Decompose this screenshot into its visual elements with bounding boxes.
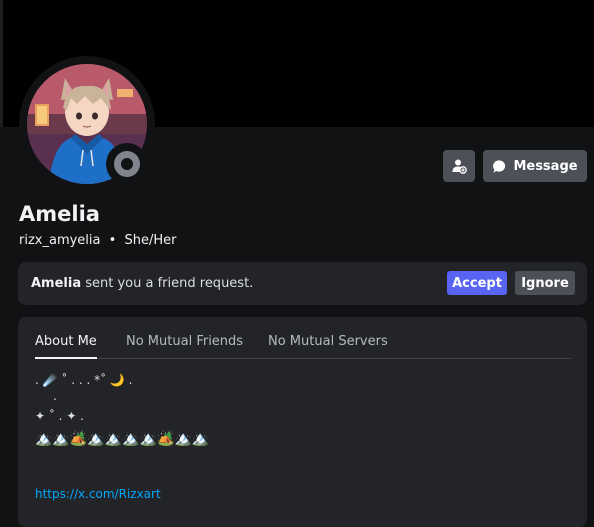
friend-request-text: Amelia sent you a friend request.	[31, 276, 253, 291]
bio-line-3-text: ✦ ˚ . ✦ .	[35, 409, 84, 423]
add-friend-button[interactable]	[443, 150, 475, 182]
request-message: sent you a friend request.	[81, 276, 254, 291]
status-offline-icon	[114, 151, 140, 177]
username-separator: •	[108, 233, 117, 248]
accept-button[interactable]: Accept	[447, 271, 507, 295]
about-me-bio: . ☄️ ˚ . . . *˚ 🌙 . . ✦ ˚ . ✦ . 🏔️🏔️🏕️🏔️…	[35, 373, 565, 455]
message-label: Message	[513, 158, 578, 174]
message-button[interactable]: Message	[483, 150, 587, 182]
bio-line-3: ✦ ˚ . ✦ .	[35, 409, 565, 431]
chat-bubble-icon	[493, 159, 506, 173]
bio-line-1-text: . ☄️ ˚ . . . *˚ 🌙 .	[35, 373, 133, 387]
tab-about-me[interactable]: About Me	[35, 334, 97, 359]
add-friend-icon	[452, 159, 467, 174]
profile-tabs: About Me No Mutual Friends No Mutual Ser…	[35, 334, 571, 359]
banner-edge	[0, 0, 3, 127]
pronouns: She/Her	[124, 233, 177, 248]
bio-line-2-text: .	[53, 389, 57, 403]
profile-info-panel: About Me No Mutual Friends No Mutual Ser…	[18, 317, 587, 527]
display-name: Amelia	[19, 202, 100, 226]
bio-line-4: 🏔️🏔️🏕️🏔️🏔️🏔️🏔️🏕️🏔️🏔️	[35, 431, 565, 455]
request-sender-name: Amelia	[31, 276, 82, 291]
bio-link[interactable]: https://x.com/Rizxart	[35, 487, 161, 501]
friend-request-banner: Amelia sent you a friend request. Accept…	[18, 262, 587, 305]
bio-line-1: . ☄️ ˚ . . . *˚ 🌙 .	[35, 373, 565, 395]
username-line: rizx_amyelia • She/Her	[19, 233, 176, 248]
username[interactable]: rizx_amyelia	[19, 233, 101, 248]
bio-line-4-text: 🏔️🏔️🏕️🏔️🏔️🏔️🏔️🏕️🏔️🏔️	[35, 431, 210, 447]
bio-line-2: .	[35, 389, 565, 409]
tab-mutual-servers[interactable]: No Mutual Servers	[268, 334, 388, 357]
tab-mutual-friends[interactable]: No Mutual Friends	[126, 334, 243, 357]
ignore-button[interactable]: Ignore	[515, 271, 575, 295]
